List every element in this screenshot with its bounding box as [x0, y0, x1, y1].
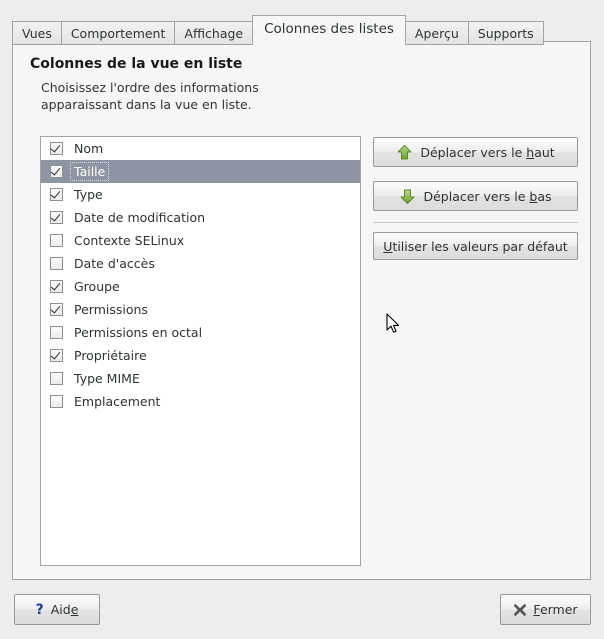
list-item[interactable]: Permissions en octal	[41, 321, 360, 344]
list-item-label: Nom	[74, 141, 104, 156]
tab-affichage[interactable]: Affichage	[174, 21, 254, 45]
checkbox-icon[interactable]	[50, 188, 63, 201]
arrow-down-green-icon	[400, 189, 415, 204]
page-title: Colonnes de la vue en liste	[30, 56, 243, 72]
checkbox-icon[interactable]	[50, 280, 63, 293]
list-item-label: Permissions	[74, 302, 148, 317]
checkbox-icon[interactable]	[50, 257, 63, 270]
arrow-up-green-icon	[397, 144, 412, 159]
list-item[interactable]: Type MIME	[41, 367, 360, 390]
use-defaults-button[interactable]: Utiliser les valeurs par défaut	[373, 232, 578, 260]
list-item[interactable]: Date de modification	[41, 206, 360, 229]
section-description: Choisissez l'ordre des informations appa…	[41, 80, 259, 112]
move-down-label: Déplacer vers le bas	[423, 188, 552, 204]
tab-label: Affichage	[184, 26, 244, 41]
list-item[interactable]: Permissions	[41, 298, 360, 321]
checkbox-icon[interactable]	[50, 211, 63, 224]
list-item-label: Taille	[69, 162, 110, 181]
checkbox-icon[interactable]	[50, 372, 63, 385]
checkbox-icon[interactable]	[50, 234, 63, 247]
list-item-label: Emplacement	[74, 394, 161, 409]
list-item[interactable]: Groupe	[41, 275, 360, 298]
list-item[interactable]: Emplacement	[41, 390, 360, 413]
list-item[interactable]: Taille	[41, 160, 360, 183]
list-item-label: Propriétaire	[74, 348, 147, 363]
tab-label: Vues	[22, 26, 52, 41]
tab-bar: Vues Comportement Affichage Colonnes des…	[12, 14, 544, 45]
tab-colonnes-des-listes[interactable]: Colonnes des listes	[252, 15, 406, 43]
help-label: Aide	[50, 602, 79, 617]
tab-vues[interactable]: Vues	[12, 21, 62, 45]
tab-label: Colonnes des listes	[264, 21, 394, 37]
list-item[interactable]: Type	[41, 183, 360, 206]
close-x-icon	[514, 603, 527, 616]
checkbox-icon[interactable]	[50, 349, 63, 362]
tab-label: Comportement	[70, 26, 166, 41]
checkbox-icon[interactable]	[50, 165, 63, 178]
close-label: Fermer	[533, 602, 578, 617]
list-item-label: Type	[74, 187, 103, 202]
list-item[interactable]: Contexte SELinux	[41, 229, 360, 252]
column-list[interactable]: Nom Taille Type Date de modification Con…	[40, 136, 361, 566]
question-mark-icon: ?	[35, 601, 44, 618]
move-down-button[interactable]: Déplacer vers le bas	[373, 181, 578, 211]
list-item[interactable]: Propriétaire	[41, 344, 360, 367]
list-item[interactable]: Date d'accès	[41, 252, 360, 275]
list-item-label: Date d'accès	[74, 256, 155, 271]
list-item-label: Contexte SELinux	[74, 233, 185, 248]
tab-apercu[interactable]: Aperçu	[404, 21, 469, 45]
list-item-label: Date de modification	[74, 210, 206, 225]
move-up-button[interactable]: Déplacer vers le haut	[373, 137, 578, 167]
checkbox-icon[interactable]	[50, 326, 63, 339]
checkbox-icon[interactable]	[50, 303, 63, 316]
list-item-label: Permissions en octal	[74, 325, 203, 340]
button-separator	[373, 222, 578, 223]
list-item[interactable]: Nom	[41, 137, 360, 160]
tab-label: Aperçu	[414, 26, 459, 41]
move-up-label: Déplacer vers le haut	[420, 144, 555, 160]
use-defaults-label: Utiliser les valeurs par défaut	[383, 238, 568, 254]
tab-label: Supports	[477, 26, 534, 41]
tab-content-panel: Colonnes de la vue en liste Choisissez l…	[12, 41, 591, 580]
checkbox-icon[interactable]	[50, 142, 63, 155]
help-button[interactable]: ? Aide	[14, 594, 100, 625]
list-item-label: Groupe	[74, 279, 120, 294]
close-button[interactable]: Fermer	[500, 594, 591, 625]
list-item-label: Type MIME	[74, 371, 140, 386]
tab-comportement[interactable]: Comportement	[60, 21, 176, 45]
checkbox-icon[interactable]	[50, 395, 63, 408]
tab-supports[interactable]: Supports	[467, 21, 544, 45]
